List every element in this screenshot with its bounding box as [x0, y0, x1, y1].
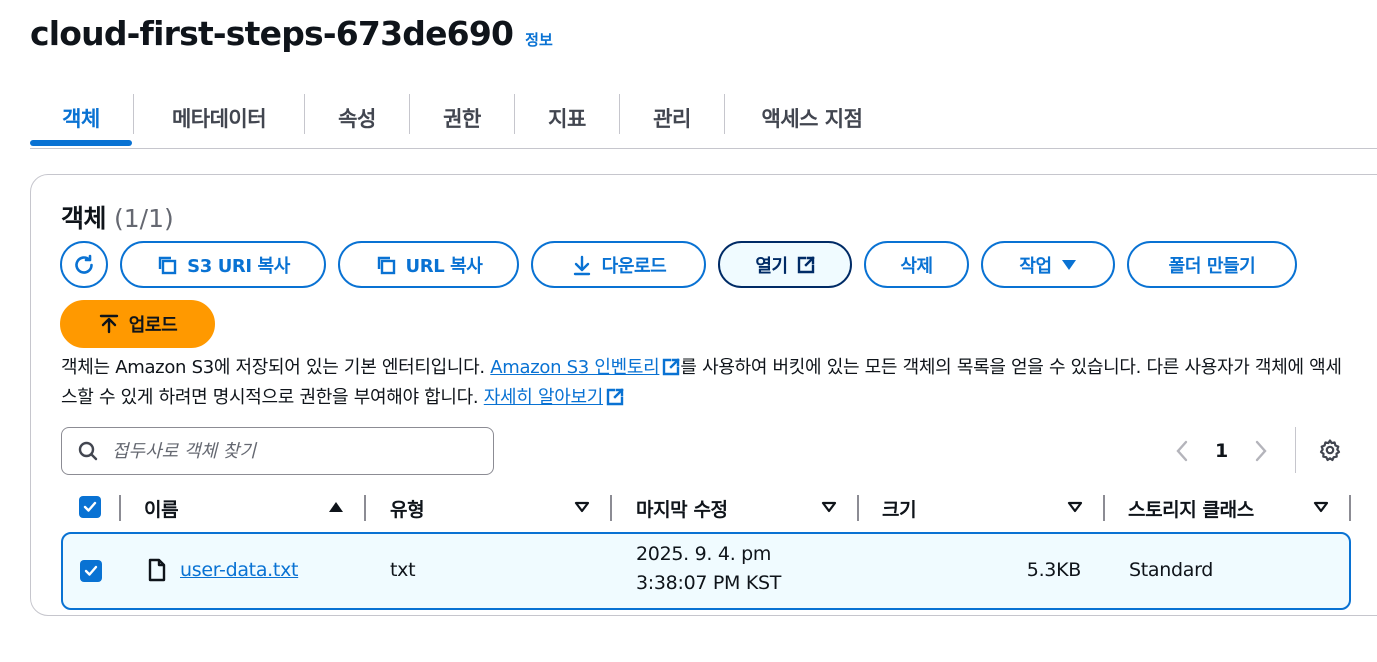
column-header-last-modified[interactable]: 마지막 수정 [636, 491, 728, 525]
delete-label: 삭제 [900, 255, 933, 277]
page-title: cloud-first-steps-673de690 [30, 14, 514, 53]
column-divider [364, 495, 366, 521]
pagination: 1 [1175, 433, 1268, 469]
refresh-button[interactable] [60, 241, 108, 288]
column-divider [119, 495, 121, 521]
create-folder-button[interactable]: 폴더 만들기 [1127, 241, 1297, 288]
external-link-icon [606, 388, 624, 406]
inventory-link[interactable]: Amazon S3 인벤토리 [490, 357, 659, 378]
tab-objects[interactable]: 객체 [30, 88, 132, 148]
external-link-icon [797, 255, 815, 273]
sort-icon[interactable] [821, 501, 837, 513]
column-divider [1103, 495, 1105, 521]
last-modified-time: 3:38:07 PM KST [636, 572, 782, 594]
copy-s3-uri-button[interactable]: S3 URI 복사 [120, 241, 326, 288]
info-link[interactable]: 정보 [525, 29, 553, 50]
download-icon [573, 255, 590, 275]
external-link-icon [663, 358, 681, 376]
file-size: 5.3KB [1026, 559, 1082, 581]
actions-label: 작업 [1019, 255, 1052, 277]
column-header-storage-class[interactable]: 스토리지 클래스 [1128, 491, 1254, 525]
storage-class: Standard [1129, 559, 1214, 581]
copy-s3-uri-label: S3 URI 복사 [187, 255, 290, 277]
download-button[interactable]: 다운로드 [531, 241, 706, 288]
open-button[interactable]: 열기 [718, 241, 852, 288]
chevron-right-icon[interactable] [1254, 440, 1268, 462]
copy-icon [158, 256, 177, 274]
description-text: 객체는 Amazon S3에 저장되어 있는 기본 엔터티입니다. [61, 357, 491, 378]
upload-button[interactable]: 업로드 [60, 300, 215, 348]
copy-icon [377, 256, 395, 274]
tab-properties[interactable]: 속성 [305, 88, 409, 148]
panel-header: 객체 (1/1) [61, 199, 174, 235]
column-header-name[interactable]: 이름 [144, 491, 179, 525]
row-checkbox[interactable] [80, 560, 102, 582]
upload-label: 업로드 [128, 315, 178, 336]
tab-metadata[interactable]: 메타데이터 [134, 88, 304, 148]
tab-management[interactable]: 관리 [620, 88, 724, 148]
file-name-link[interactable]: user-data.txt [180, 559, 298, 581]
upload-icon [99, 314, 118, 334]
open-label: 열기 [755, 255, 788, 277]
column-divider [610, 495, 612, 521]
table-row[interactable]: user-data.txt txt 2025. 9. 4. pm 3:38:07… [61, 532, 1351, 610]
panel-title: 객체 [61, 204, 107, 233]
select-all-checkbox[interactable] [79, 496, 101, 518]
file-icon [148, 558, 166, 582]
gear-icon[interactable] [1318, 438, 1342, 462]
sort-ascending-icon[interactable] [328, 501, 344, 513]
check-icon [84, 565, 98, 576]
pager-divider [1295, 427, 1296, 473]
column-divider [1349, 495, 1351, 521]
learn-more-link[interactable]: 자세히 알아보기 [484, 387, 604, 408]
column-header-size[interactable]: 크기 [882, 491, 917, 525]
column-header-type[interactable]: 유형 [390, 491, 425, 525]
description: 객체는 Amazon S3에 저장되어 있는 기본 엔터티입니다. Amazon… [61, 353, 1351, 413]
tab-bar: 객체 메타데이터 속성 권한 지표 관리 액세스 지점 [30, 88, 1377, 149]
sort-icon[interactable] [1313, 501, 1329, 513]
current-page[interactable]: 1 [1215, 440, 1228, 462]
tab-access-points[interactable]: 액세스 지점 [725, 88, 899, 148]
create-folder-label: 폴더 만들기 [1168, 255, 1256, 277]
delete-button[interactable]: 삭제 [864, 241, 969, 288]
object-count: (1/1) [114, 204, 174, 233]
page-header: cloud-first-steps-673de690 정보 [30, 14, 553, 53]
active-tab-indicator [30, 140, 132, 146]
actions-dropdown[interactable]: 작업 [981, 241, 1115, 288]
chevron-left-icon[interactable] [1175, 440, 1189, 462]
sort-icon[interactable] [574, 501, 590, 513]
sort-icon[interactable] [1067, 501, 1083, 513]
search-box[interactable] [61, 427, 494, 475]
column-divider [857, 495, 859, 521]
caret-down-icon [1061, 259, 1076, 270]
file-type: txt [390, 559, 416, 581]
objects-panel: 객체 (1/1) S3 URI 복사 URL 복사 다운로드 열기 삭제 작업 … [30, 174, 1377, 616]
refresh-icon [75, 254, 93, 274]
search-icon [78, 441, 98, 461]
check-icon [83, 501, 97, 512]
copy-url-button[interactable]: URL 복사 [338, 241, 519, 288]
download-label: 다운로드 [601, 255, 667, 277]
last-modified-date: 2025. 9. 4. pm [636, 543, 772, 565]
tab-permissions[interactable]: 권한 [410, 88, 514, 148]
search-input[interactable] [112, 440, 472, 462]
copy-url-label: URL 복사 [405, 255, 483, 277]
tab-metrics[interactable]: 지표 [515, 88, 619, 148]
